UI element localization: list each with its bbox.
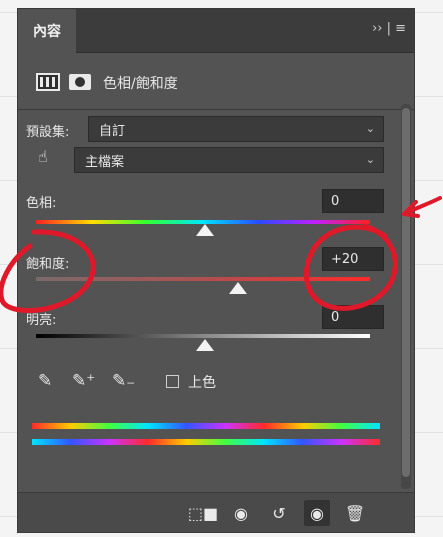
annotation-overlay [0,196,442,313]
annotation-circle-saturation-label [0,229,96,313]
annotation-circle-saturation-value [303,223,398,311]
